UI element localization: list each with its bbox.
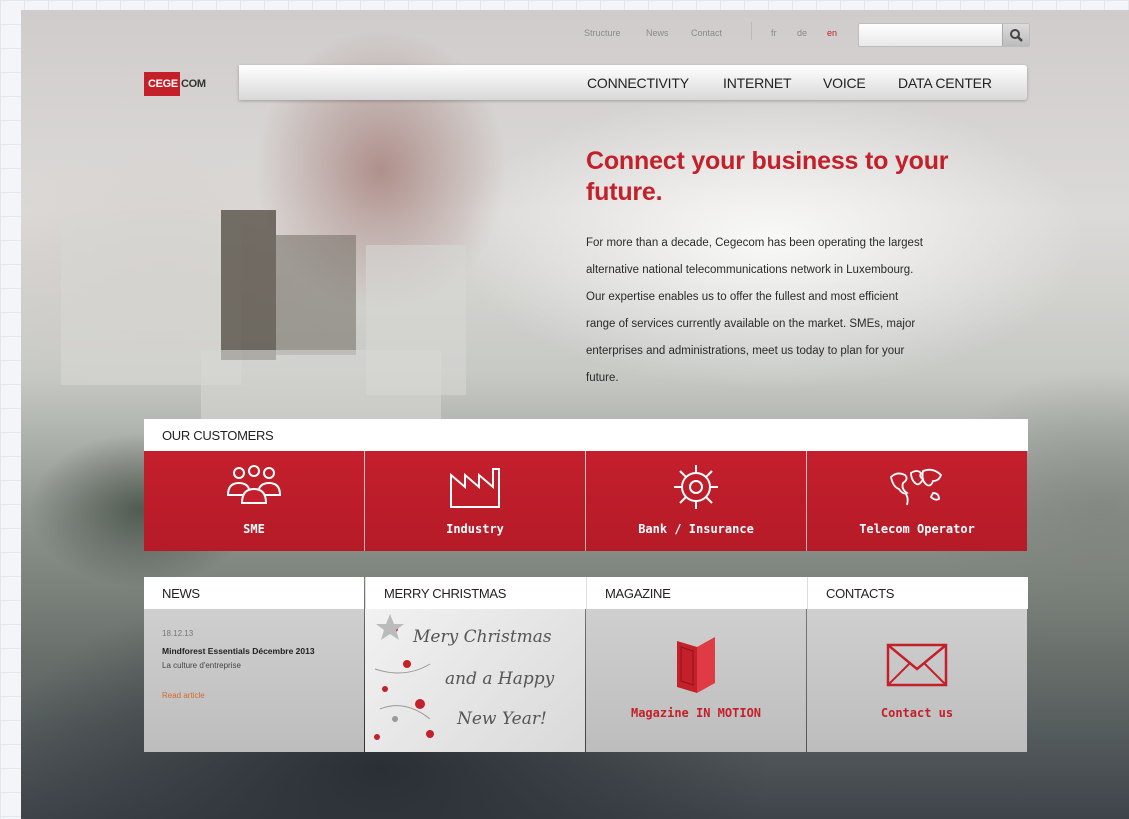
contacts-header: CONTACTS	[807, 577, 1028, 609]
search-icon	[1010, 29, 1023, 42]
magazine-title-label: MAGAZINE	[605, 586, 671, 601]
search-button[interactable]	[1002, 24, 1029, 46]
customer-tile-label: SME	[243, 522, 265, 536]
christmas-line1: Mery Christmas	[413, 627, 552, 647]
building-tower	[221, 210, 276, 360]
hero-text: For more than a decade, Cegecom has been…	[586, 230, 1031, 392]
magazine-panel[interactable]: Magazine IN MOTION	[586, 609, 806, 752]
hero-line: enterprises and administrations, meet us…	[586, 345, 905, 357]
hero-line: alternative national telecommunications …	[586, 264, 914, 276]
logo[interactable]: CEGE COM	[144, 67, 214, 100]
news-panel[interactable]: 18.12.13 Mindforest Essentials Décembre …	[144, 609, 364, 752]
lang-en[interactable]: en	[827, 28, 837, 38]
customer-tile-sme[interactable]: SME	[144, 451, 364, 551]
news-read-link[interactable]: Read article	[162, 691, 205, 700]
people-icon	[226, 465, 282, 504]
util-link-contact[interactable]: Contact	[691, 28, 722, 38]
contact-us-link[interactable]: Contact us	[807, 706, 1027, 720]
christmas-line3: New Year!	[457, 709, 547, 729]
main-nav: CONNECTIVITY INTERNET VOICE DATA CENTER	[239, 65, 1027, 100]
nav-item-voice[interactable]: VOICE	[823, 75, 866, 91]
customer-tile-industry[interactable]: Industry	[365, 451, 585, 551]
hero-title-line2: future.	[586, 178, 663, 206]
util-link-news[interactable]: News	[646, 28, 669, 38]
contacts-title-label: CONTACTS	[826, 586, 895, 601]
customers-header: OUR CUSTOMERS	[144, 419, 1028, 451]
nav-item-internet[interactable]: INTERNET	[723, 75, 792, 91]
christmas-panel[interactable]: Mery Christmas and a Happy New Year!	[365, 609, 585, 752]
helm-icon	[674, 465, 718, 509]
magazine-link[interactable]: Magazine IN MOTION	[586, 706, 806, 720]
hero-title-line1: Connect your business to your	[586, 147, 949, 175]
news-header: NEWS	[144, 577, 364, 609]
logo-text: COM	[180, 77, 206, 90]
news-title-label: NEWS	[162, 586, 200, 601]
customer-tile-label: Telecom Operator	[859, 522, 975, 536]
christmas-title-label: MERRY CHRISTMAS	[384, 586, 507, 601]
hero-line: range of services currently available on…	[586, 318, 916, 330]
customer-tile-telecom-operator[interactable]: Telecom Operator	[807, 451, 1027, 551]
news-headline[interactable]: Mindforest Essentials Décembre 2013	[162, 646, 315, 656]
world-map-icon	[890, 468, 943, 506]
lang-de[interactable]: de	[797, 28, 807, 38]
nav-item-data-center[interactable]: DATA CENTER	[898, 75, 992, 91]
news-subtitle: La culture d'entreprise	[162, 661, 241, 670]
factory-icon	[450, 468, 500, 508]
contacts-panel[interactable]: Contact us	[807, 609, 1027, 752]
page: Structure News Contact fr de en CEGE COM…	[21, 10, 1129, 819]
util-divider	[751, 22, 752, 40]
search-input[interactable]	[859, 24, 1007, 45]
customer-tile-label: Bank / Insurance	[638, 522, 754, 536]
util-link-structure[interactable]: Structure	[584, 28, 621, 38]
customer-tile-bank-insurance[interactable]: Bank / Insurance	[586, 451, 806, 551]
christmas-line2: and a Happy	[445, 669, 555, 689]
news-date: 18.12.13	[162, 629, 194, 638]
building-middle	[276, 235, 356, 355]
customer-tile-label: Industry	[446, 522, 504, 536]
logo-mark: CEGE	[144, 71, 180, 96]
magazine-icon	[677, 637, 715, 693]
hero-line: Our expertise enables us to offer the fu…	[586, 291, 899, 303]
lang-fr[interactable]: fr	[771, 28, 777, 38]
christmas-header: MERRY CHRISTMAS	[365, 577, 586, 609]
customers-title: OUR CUSTOMERS	[162, 428, 274, 443]
hero-line: For more than a decade, Cegecom has been…	[586, 237, 923, 249]
envelope-icon	[886, 643, 948, 687]
magazine-header: MAGAZINE	[586, 577, 807, 609]
hero-title: Connect your business to your future.	[586, 146, 1016, 208]
hero-line: future.	[586, 372, 619, 384]
nav-item-connectivity[interactable]: CONNECTIVITY	[587, 75, 689, 91]
search-box	[858, 23, 1030, 47]
